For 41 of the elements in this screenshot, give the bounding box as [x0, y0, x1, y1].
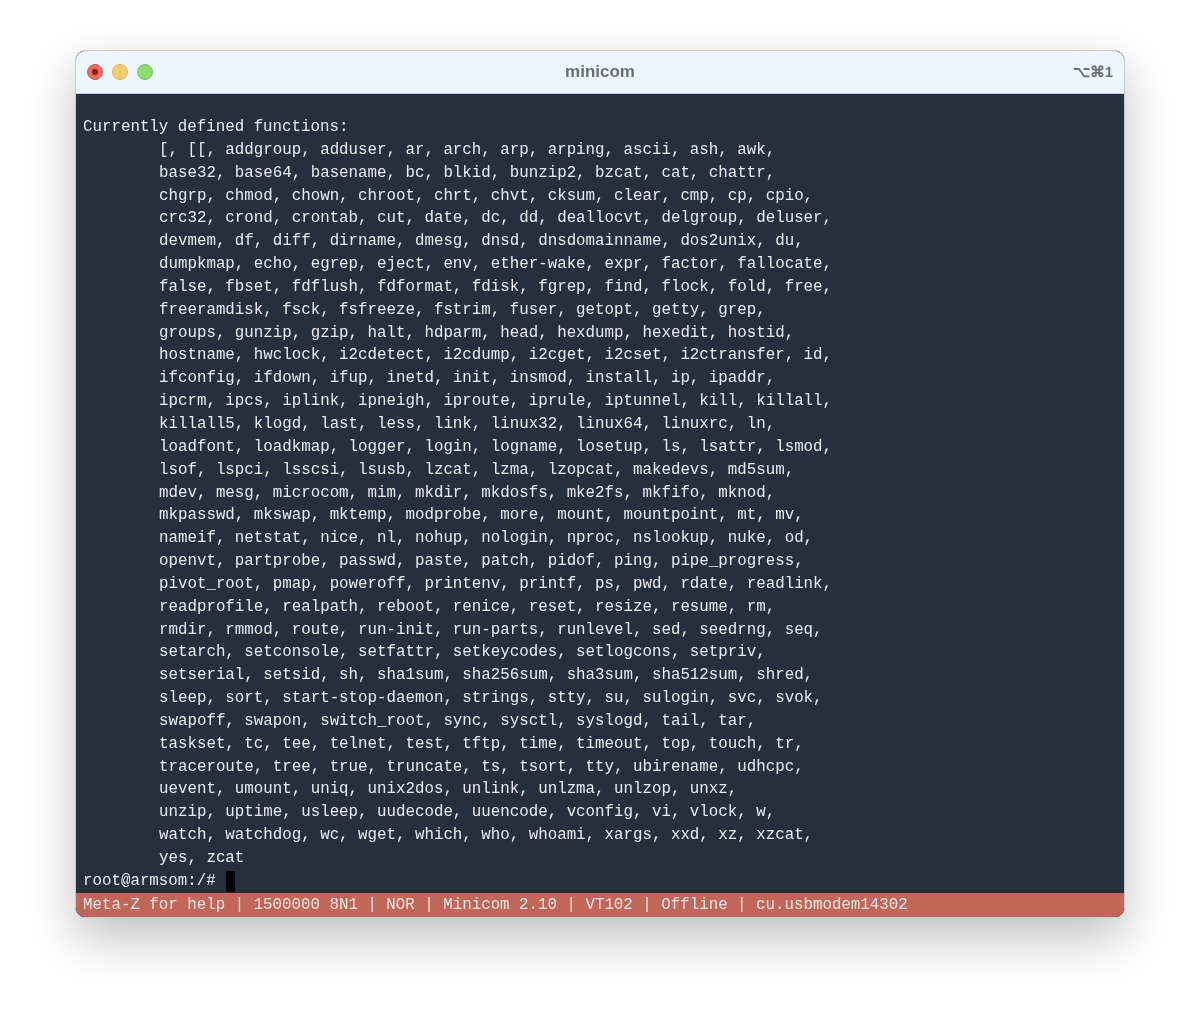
zoom-button[interactable]	[137, 64, 153, 80]
terminal-line: openvt, partprobe, passwd, paste, patch, pidof, ping, pipe_progress,	[159, 551, 804, 573]
terminal-line: crc32, crond, crontab, cut, date, dc, dd, deallocvt, delgroup, deluser,	[159, 208, 833, 230]
terminal-line: lsof, lspci, lsscsi, lsusb, lzcat, lzma, lzopcat, makedevs, md5sum,	[159, 459, 795, 481]
terminal-line: groups, gunzip, gzip, halt, hdparm, head, hexdump, hexedit, hostid,	[159, 322, 795, 344]
minimize-button[interactable]	[112, 64, 128, 80]
terminal-line: taskset, tc, tee, telnet, test, tftp, time, timeout, top, touch, tr,	[159, 733, 804, 755]
status-bar: Meta-Z for help | 1500000 8N1 | NOR | Minicom 2.10 | VT102 | Offline | cu.usbmodem14302	[76, 893, 1124, 917]
terminal-line: uevent, umount, uniq, unix2dos, unlink, unlzma, unlzop, unxz,	[159, 779, 738, 801]
window-title: minicom	[565, 61, 635, 84]
terminal-line: Currently defined functions:	[83, 117, 349, 138]
terminal-line: hostname, hwclock, i2cdetect, i2cdump, i2cget, i2cset, i2ctransfer, id,	[159, 345, 833, 367]
terminal-line: swapoff, swapon, switch_root, sync, sysctl, syslogd, tail, tar,	[159, 710, 757, 732]
terminal-line: unzip, uptime, usleep, uudecode, uuencode, vconfig, vi, vlock, w,	[159, 802, 776, 824]
terminal-line: yes, zcat	[159, 848, 245, 869]
terminal-line: killall5, klogd, last, less, link, linux32, linux64, linuxrc, ln,	[159, 413, 776, 435]
terminal-line: setserial, setsid, sh, sha1sum, sha256sum, sha3sum, sha512sum, shred,	[159, 665, 814, 687]
terminal-line: nameif, netstat, nice, nl, nohup, nologin, nproc, nslookup, nuke, od,	[159, 528, 814, 550]
close-button[interactable]	[87, 64, 103, 80]
terminal-line: [, [[, addgroup, adduser, ar, arch, arp, arping, ascii, ash, awk,	[159, 139, 776, 161]
terminal-line: mdev, mesg, microcom, mim, mkdir, mkdosfs, mke2fs, mkfifo, mknod,	[159, 482, 776, 504]
terminal-line: readprofile, realpath, reboot, renice, reset, resize, resume, rm,	[159, 596, 776, 618]
terminal-line: mkpasswd, mkswap, mktemp, modprobe, more, mount, mountpoint, mt, mv,	[159, 505, 804, 527]
terminal-line: ifconfig, ifdown, ifup, inetd, init, insmod, install, ip, ipaddr,	[159, 368, 776, 390]
terminal-line: setarch, setconsole, setfattr, setkeycodes, setlogcons, setpriv,	[159, 642, 766, 664]
terminal-line: freeramdisk, fsck, fsfreeze, fstrim, fuser, getopt, getty, grep,	[159, 299, 766, 321]
terminal-line: ipcrm, ipcs, iplink, ipneigh, iproute, iprule, iptunnel, kill, killall,	[159, 391, 833, 413]
terminal-line: chgrp, chmod, chown, chroot, chrt, chvt, cksum, clear, cmp, cp, cpio,	[159, 185, 814, 207]
terminal-line: rmdir, rmmod, route, run-init, run-parts, runlevel, sed, seedrng, seq,	[159, 619, 823, 641]
terminal-line: devmem, df, diff, dirname, dmesg, dnsd, dnsdomainname, dos2unix, du,	[159, 231, 804, 253]
keyboard-shortcut: ⌥⌘1	[1072, 61, 1113, 82]
terminal-line: base32, base64, basename, bc, blkid, bunzip2, bzcat, cat, chattr,	[159, 162, 776, 184]
terminal-line: watch, watchdog, wc, wget, which, who, whoami, xargs, xxd, xz, xzcat,	[159, 825, 814, 847]
terminal-line: dumpkmap, echo, egrep, eject, env, ether-wake, expr, factor, fallocate,	[159, 254, 833, 276]
terminal-line: pivot_root, pmap, poweroff, printenv, printf, ps, pwd, rdate, readlink,	[159, 573, 833, 595]
terminal-line: loadfont, loadkmap, logger, login, logname, losetup, ls, lsattr, lsmod,	[159, 436, 833, 458]
text-cursor	[225, 870, 235, 892]
shell-prompt: root@armsom:/#	[83, 870, 216, 892]
terminal-line: sleep, sort, start-stop-daemon, strings, stty, su, sulogin, svc, svok,	[159, 688, 823, 710]
terminal-line: false, fbset, fdflush, fdformat, fdisk, fgrep, find, flock, fold, free,	[159, 276, 833, 298]
terminal-line: traceroute, tree, true, truncate, ts, tsort, tty, ubirename, udhcpc,	[159, 756, 804, 778]
